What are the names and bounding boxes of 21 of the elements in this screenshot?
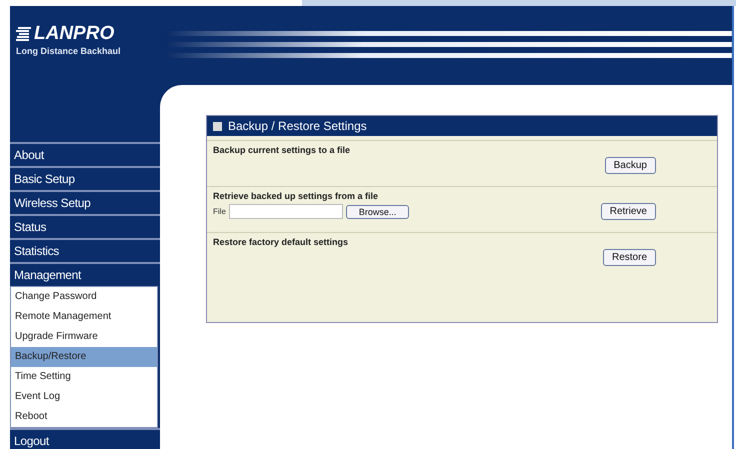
panel-title: Backup / Restore Settings bbox=[228, 119, 367, 133]
logo-icon bbox=[16, 27, 32, 41]
action-button[interactable]: Restore bbox=[602, 249, 656, 266]
section-label: Restore factory default settings bbox=[213, 237, 350, 247]
file-field[interactable] bbox=[228, 204, 343, 219]
submenu-item[interactable]: Remote Management bbox=[11, 307, 157, 327]
section-label: Retrieve backed up settings from a file bbox=[213, 191, 380, 201]
submenu-item[interactable]: Backup/Restore bbox=[11, 347, 157, 367]
action-button[interactable]: Retrieve bbox=[600, 203, 656, 220]
submenu-item[interactable]: Change Password bbox=[11, 287, 157, 307]
submenu-item[interactable]: Reboot bbox=[11, 407, 157, 427]
action-button[interactable]: Backup bbox=[604, 157, 656, 174]
file-label: File bbox=[213, 207, 226, 216]
square-icon bbox=[213, 122, 222, 130]
submenu-item[interactable]: Time Setting bbox=[11, 367, 157, 387]
brand-name: LANPRO bbox=[34, 24, 114, 44]
submenu-item[interactable]: Event Log bbox=[11, 387, 157, 407]
section-label: Backup current settings to a file bbox=[213, 145, 352, 155]
tagline: Long Distance Backhaul bbox=[16, 46, 122, 56]
submenu-item[interactable]: Upgrade Firmware bbox=[11, 327, 157, 347]
browse-button[interactable]: Browse... bbox=[346, 204, 410, 218]
